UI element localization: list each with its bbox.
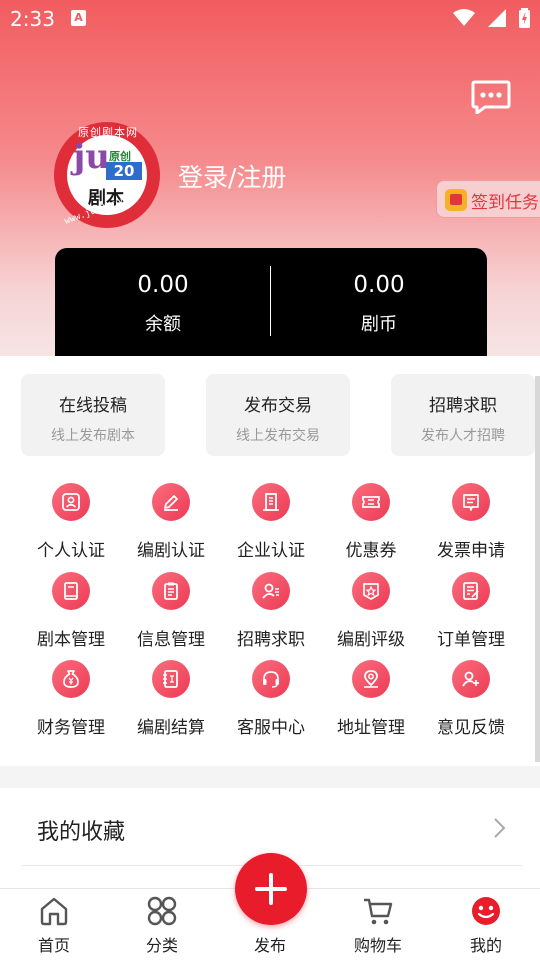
location-icon — [352, 660, 390, 698]
login-register-link[interactable]: 登录/注册 — [178, 158, 286, 194]
service-label: 意见反馈 — [437, 718, 505, 738]
feedback-icon — [452, 660, 490, 698]
smile-icon — [472, 897, 500, 925]
service-label: 优惠券 — [345, 541, 397, 561]
tab-label: 首页 — [37, 936, 70, 955]
service-label: 企业认证 — [237, 541, 305, 561]
coin-label: 剧币 — [361, 314, 397, 335]
service-info-manage[interactable]: 信息管理 — [121, 572, 221, 658]
balance-label: 余额 — [145, 314, 181, 335]
service-label: 剧本管理 — [37, 630, 105, 650]
service-personal-verify[interactable]: 个人认证 — [21, 483, 121, 569]
order-icon — [452, 572, 490, 610]
service-address-manage[interactable]: 地址管理 — [321, 660, 421, 746]
tab-mine[interactable]: 我的 — [432, 889, 540, 960]
tab-cart[interactable]: 购物车 — [324, 889, 432, 960]
coin-value: 0.00 — [353, 272, 405, 298]
service-label: 信息管理 — [137, 630, 205, 650]
scrollbar[interactable] — [535, 376, 540, 762]
coupon-icon — [352, 483, 390, 521]
balance-card: 0.00 余额 0.00 剧币 — [55, 248, 487, 358]
quick-action-subtitle: 线上发布剧本 — [51, 428, 135, 444]
service-label: 编剧认证 — [137, 541, 205, 561]
publish-button[interactable] — [235, 853, 307, 925]
quick-action-title: 招聘求职 — [429, 396, 497, 416]
system-icons — [445, 7, 530, 28]
service-label: 编剧结算 — [137, 718, 205, 738]
user-list-icon — [252, 572, 290, 610]
service-label: 订单管理 — [437, 630, 505, 650]
signin-task-button[interactable]: 签到任务 — [436, 180, 540, 218]
service-order-manage[interactable]: 订单管理 — [421, 572, 521, 658]
service-writer-verify[interactable]: 编剧认证 — [121, 483, 221, 569]
quick-action-title: 在线投稿 — [59, 396, 127, 416]
chevron-right-icon[interactable] — [490, 816, 508, 840]
cart-icon — [364, 898, 393, 925]
service-label: 发票申请 — [437, 541, 505, 561]
service-company-verify[interactable]: 企业认证 — [221, 483, 321, 569]
settlement-icon — [152, 660, 190, 698]
service-script-manage[interactable]: 剧本管理 — [21, 572, 121, 658]
battery-icon — [519, 7, 530, 28]
money-bag-icon — [52, 660, 90, 698]
service-label: 个人认证 — [37, 541, 105, 561]
star-badge-icon — [352, 572, 390, 610]
status-time: 2:33 — [10, 7, 55, 31]
invoice-icon — [452, 483, 490, 521]
logo-20-text: 20 — [106, 162, 142, 180]
quick-action-submit[interactable]: 在线投稿 线上发布剧本 — [21, 374, 165, 456]
headset-icon — [252, 660, 290, 698]
wifi-icon — [452, 8, 475, 26]
logo-ju-text: ju — [73, 137, 111, 177]
coin-item[interactable]: 0.00 剧币 — [271, 272, 487, 336]
notification-icon: A — [71, 10, 86, 26]
signin-task-label: 签到任务 — [471, 193, 539, 213]
quick-action-subtitle: 线上发布交易 — [236, 428, 320, 444]
balance-value: 0.00 — [137, 272, 189, 298]
tab-label: 我的 — [469, 936, 502, 955]
service-invoice[interactable]: 发票申请 — [421, 483, 521, 569]
message-icon[interactable] — [471, 80, 511, 114]
tab-label: 分类 — [145, 936, 178, 955]
clipboard-icon — [152, 572, 190, 610]
service-label: 编剧评级 — [337, 630, 405, 650]
building-icon — [252, 483, 290, 521]
tab-label: 购物车 — [353, 936, 402, 955]
service-label: 地址管理 — [337, 718, 405, 738]
service-finance-manage[interactable]: 财务管理 — [21, 660, 121, 746]
signal-icon — [487, 8, 506, 27]
person-id-icon — [52, 483, 90, 521]
service-label: 财务管理 — [37, 718, 105, 738]
pen-icon — [152, 483, 190, 521]
status-bar: 2:33 A — [0, 0, 540, 36]
category-icon — [147, 896, 177, 926]
service-feedback[interactable]: 意见反馈 — [421, 660, 521, 746]
quick-action-recruit[interactable]: 招聘求职 发布人才招聘 — [391, 374, 535, 456]
tab-category[interactable]: 分类 — [108, 889, 216, 960]
home-icon — [40, 897, 68, 926]
balance-item[interactable]: 0.00 余额 — [55, 272, 271, 336]
service-coupon[interactable]: 优惠券 — [321, 483, 421, 569]
calendar-check-icon — [445, 189, 467, 211]
service-writer-rating[interactable]: 编剧评级 — [321, 572, 421, 658]
tab-home[interactable]: 首页 — [0, 889, 108, 960]
service-writer-settlement[interactable]: 编剧结算 — [121, 660, 221, 746]
tab-label: 发布 — [253, 936, 286, 955]
quick-action-trade[interactable]: 发布交易 线上发布交易 — [206, 374, 350, 456]
favorites-title[interactable]: 我的收藏 — [37, 814, 125, 846]
book-icon — [52, 572, 90, 610]
avatar-logo[interactable]: 原创剧本网 ju 原创 20 剧本 www.ju20.com — [54, 122, 160, 228]
service-label: 招聘求职 — [237, 630, 305, 650]
service-customer-center[interactable]: 客服中心 — [221, 660, 321, 746]
service-label: 客服中心 — [237, 718, 305, 738]
quick-action-subtitle: 发布人才招聘 — [421, 428, 505, 444]
service-recruit[interactable]: 招聘求职 — [221, 572, 321, 658]
quick-action-title: 发布交易 — [244, 396, 312, 416]
plus-icon — [255, 873, 287, 905]
